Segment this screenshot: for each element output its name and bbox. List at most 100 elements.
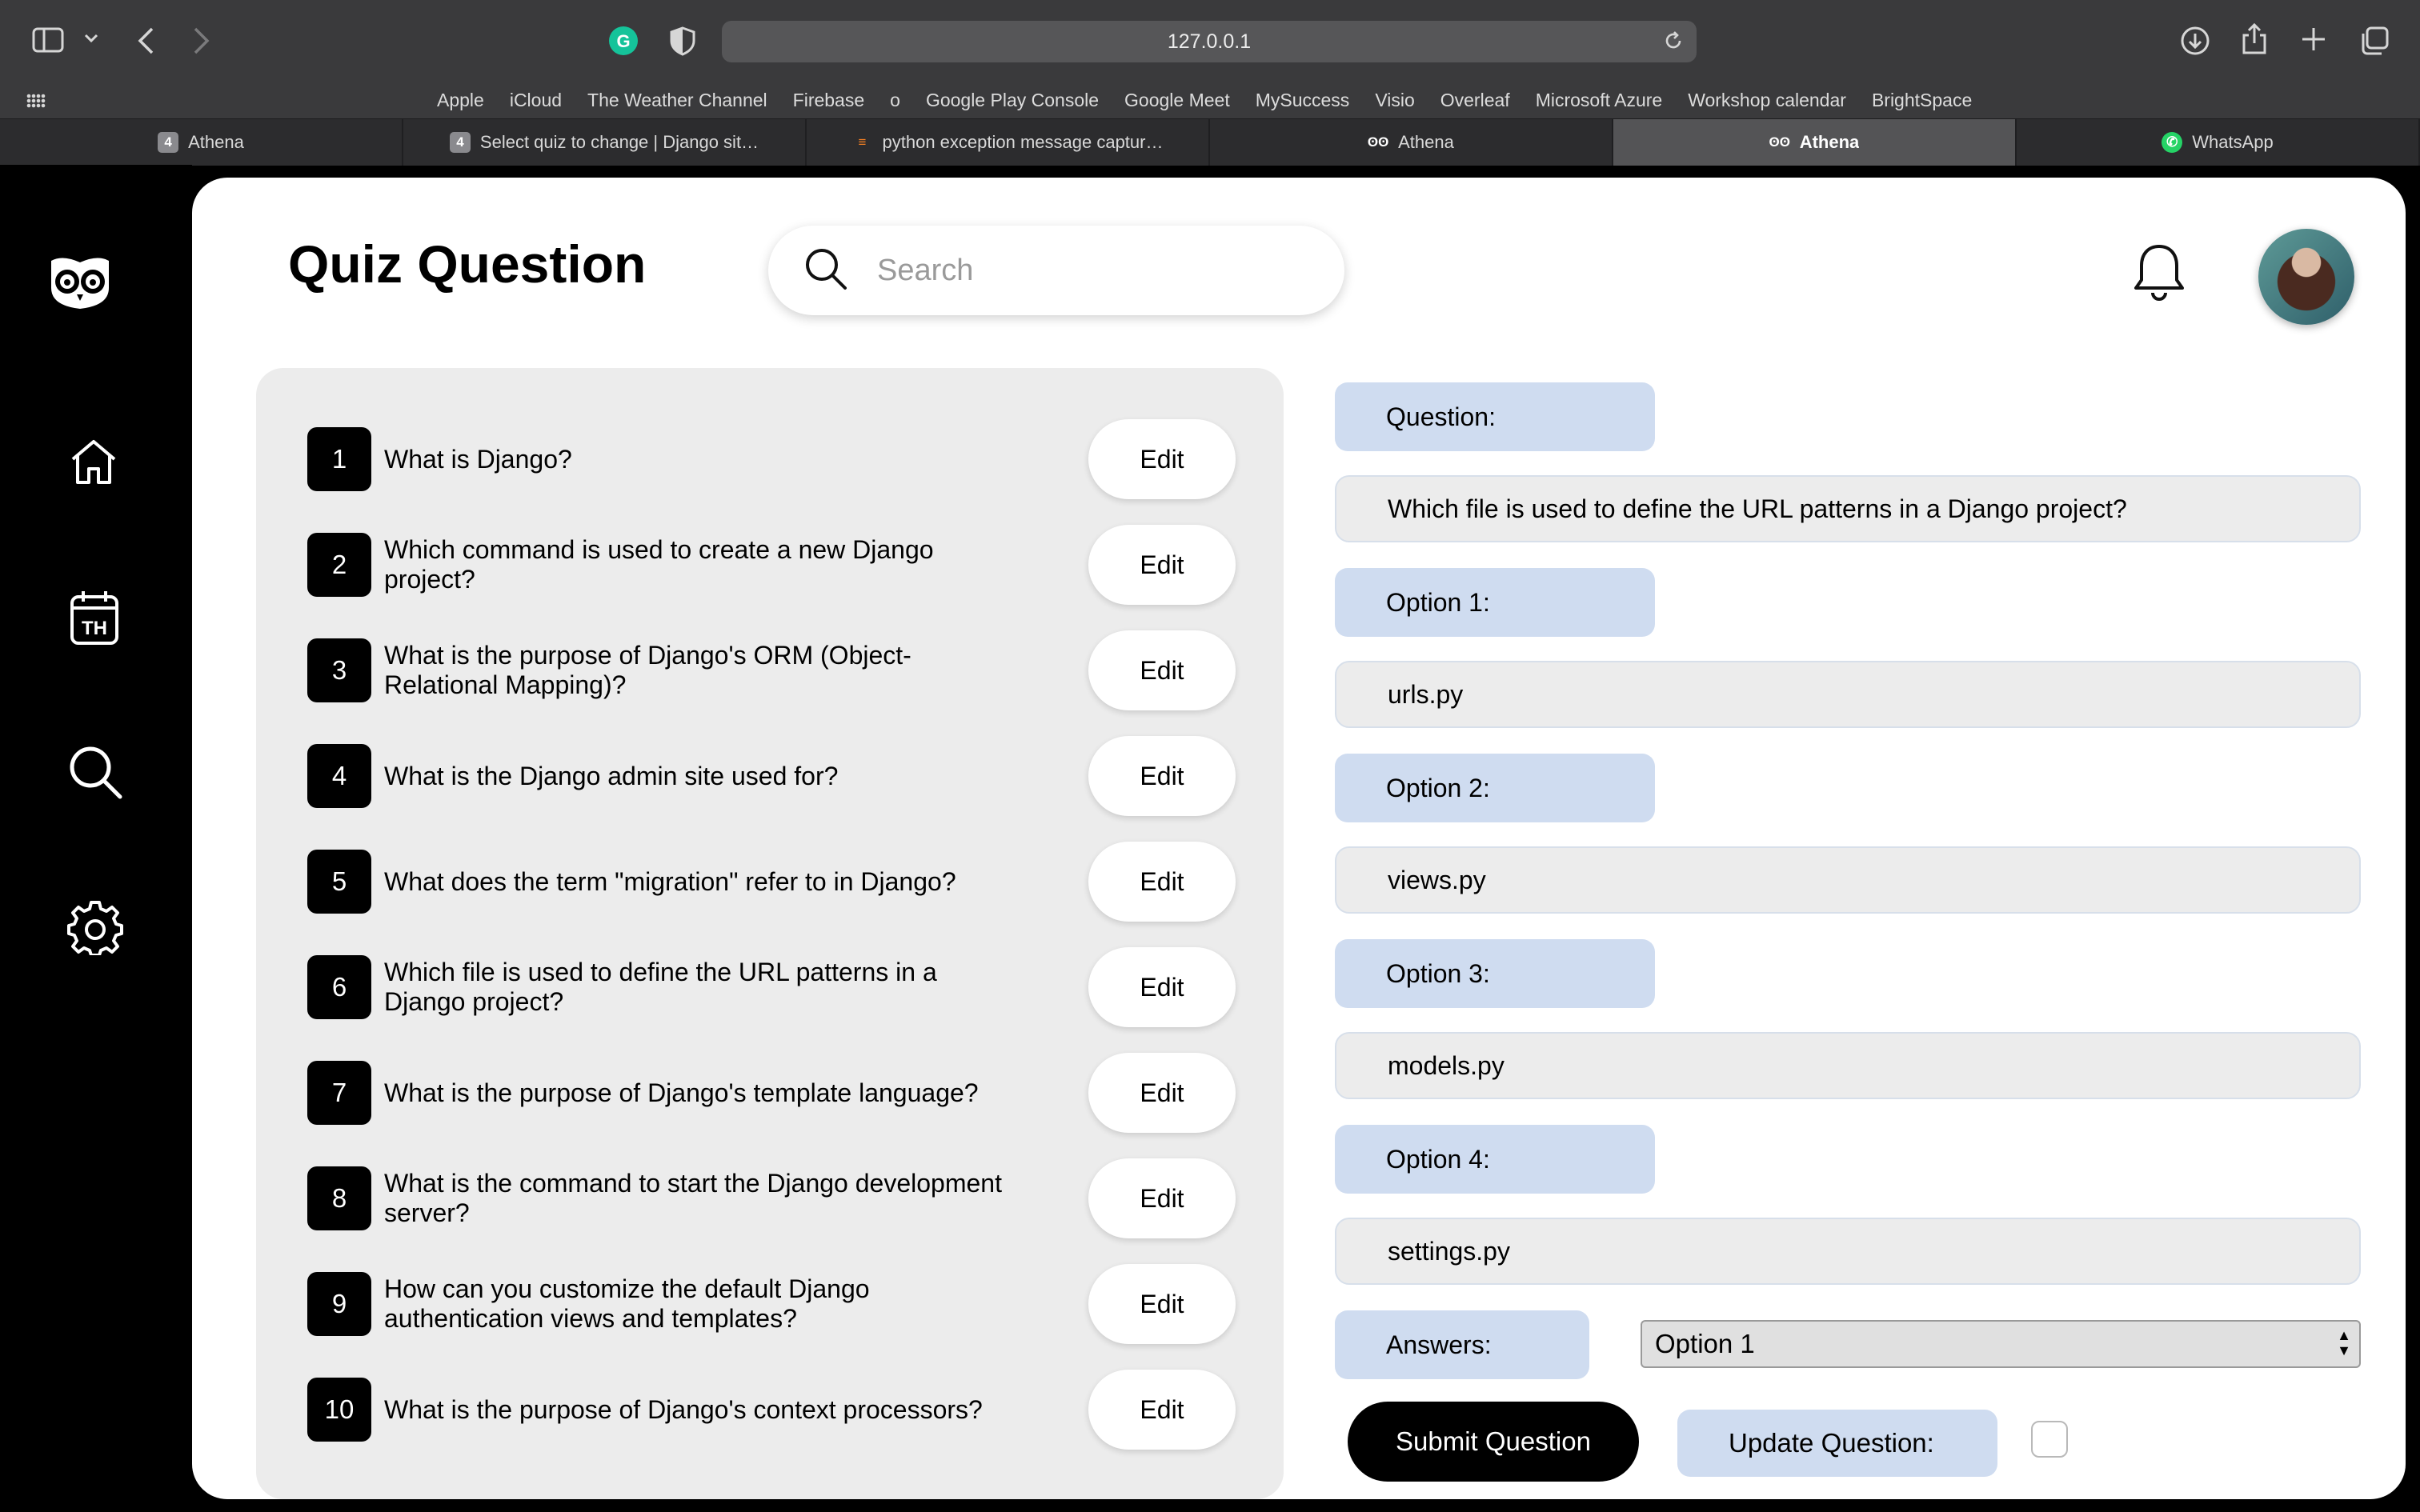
question-text: How can you customize the default Django… <box>384 1274 870 1333</box>
favorite-weather-channel[interactable]: The Weather Channel <box>587 90 767 111</box>
bell-icon[interactable] <box>2132 242 2186 306</box>
question-number: 8 <box>307 1166 371 1230</box>
answers-label: Answers: <box>1335 1310 1589 1379</box>
tab-overview-icon[interactable] <box>2359 26 2390 60</box>
question-list: 1 What is Django? Edit 2 Which command i… <box>256 368 1284 1499</box>
favorite-mysuccess[interactable]: MySuccess <box>1256 90 1350 111</box>
question-row: 7 What is the purpose of Django's templa… <box>307 1053 1236 1133</box>
option3-field[interactable]: models.py <box>1335 1032 2361 1099</box>
browser-toolbar: G 127.0.0.1 <box>0 0 2420 82</box>
question-row: 9 How can you customize the default Djan… <box>307 1264 1236 1344</box>
question-text: Which file is used to define the URL pat… <box>384 958 937 1016</box>
new-tab-icon[interactable] <box>2300 26 2327 57</box>
question-label: Question: <box>1335 382 1655 451</box>
tab-stackoverflow[interactable]: ≡ python exception message captur… <box>807 119 1210 166</box>
grammarly-icon[interactable]: G <box>608 26 639 60</box>
option1-field[interactable]: urls.py <box>1335 661 2361 728</box>
question-row: 6 Which file is used to define the URL p… <box>307 947 1236 1027</box>
edit-button[interactable]: Edit <box>1088 419 1236 499</box>
tab-label: python exception message captur… <box>882 132 1164 152</box>
question-text: Which command is used to create a new Dj… <box>384 535 934 594</box>
address-bar[interactable]: 127.0.0.1 <box>722 21 1697 62</box>
owl-logo-icon[interactable] <box>46 253 114 314</box>
tab-whatsapp[interactable]: ✆ WhatsApp <box>2017 119 2420 166</box>
search-icon[interactable] <box>67 744 123 804</box>
question-text: What is Django? <box>384 444 572 474</box>
url-text: 127.0.0.1 <box>1167 30 1252 53</box>
select-arrows-icon: ▲ ▼ <box>2337 1327 2351 1358</box>
tab-athena-active[interactable]: ʘʘ Athena <box>1613 119 2017 166</box>
left-nav: TH <box>0 165 192 1512</box>
question-field[interactable]: Which file is used to define the URL pat… <box>1335 475 2361 542</box>
settings-icon[interactable] <box>67 899 123 959</box>
question-number: 2 <box>307 533 371 597</box>
search-box[interactable] <box>768 226 1344 315</box>
question-row: 2 Which command is used to create a new … <box>307 525 1236 605</box>
whatsapp-icon: ✆ <box>2162 132 2183 153</box>
favorite-google-meet[interactable]: Google Meet <box>1124 90 1230 111</box>
django-admin-icon: 4 <box>449 132 471 153</box>
favorites-list: Apple iCloud The Weather Channel Firebas… <box>437 82 1972 118</box>
search-icon <box>803 246 848 295</box>
edit-button[interactable]: Edit <box>1088 1370 1236 1450</box>
favorite-google-play-console[interactable]: Google Play Console <box>926 90 1099 111</box>
home-icon[interactable] <box>69 437 118 490</box>
edit-button[interactable]: Edit <box>1088 1158 1236 1238</box>
question-text: What is the purpose of Django's context … <box>384 1394 983 1424</box>
question-number: 5 <box>307 850 371 914</box>
favorite-apple[interactable]: Apple <box>437 90 484 111</box>
tab-label: Athena <box>1398 132 1454 152</box>
downloads-icon[interactable] <box>2180 26 2210 60</box>
favorite-microsoft-azure[interactable]: Microsoft Azure <box>1536 90 1663 111</box>
owl-icon: ʘʘ <box>1769 134 1790 150</box>
avatar[interactable] <box>2258 229 2354 325</box>
edit-button[interactable]: Edit <box>1088 525 1236 605</box>
favorite-firebase[interactable]: Firebase <box>793 90 864 111</box>
tab-label: Athena <box>1799 132 1860 152</box>
page-title: Quiz Question <box>288 234 647 294</box>
answers-select[interactable]: Option 1 ▲ ▼ <box>1641 1320 2361 1368</box>
privacy-shield-icon[interactable] <box>669 26 696 60</box>
forward-icon[interactable] <box>192 26 211 60</box>
sidebar-toggle-icon[interactable] <box>32 27 64 57</box>
chevron-down-icon[interactable] <box>83 32 99 49</box>
question-text: What is the purpose of Django's ORM (Obj… <box>384 641 912 699</box>
edit-button[interactable]: Edit <box>1088 842 1236 922</box>
edit-button[interactable]: Edit <box>1088 1264 1236 1344</box>
option2-label: Option 2: <box>1335 754 1655 822</box>
favorite-visio[interactable]: Visio <box>1375 90 1414 111</box>
tab-select-quiz[interactable]: 4 Select quiz to change | Django sit… <box>403 119 807 166</box>
calendar-icon[interactable]: TH <box>69 589 120 650</box>
option4-field[interactable]: settings.py <box>1335 1218 2361 1285</box>
favorite-overleaf[interactable]: Overleaf <box>1440 90 1510 111</box>
reload-icon[interactable] <box>1663 30 1684 57</box>
back-icon[interactable] <box>136 26 155 60</box>
option2-field[interactable]: views.py <box>1335 846 2361 914</box>
share-icon[interactable] <box>2241 22 2268 60</box>
question-text: What is the purpose of Django's template… <box>384 1078 979 1107</box>
edit-button[interactable]: Edit <box>1088 1053 1236 1133</box>
edit-button[interactable]: Edit <box>1088 630 1236 710</box>
favorite-brightspace[interactable]: BrightSpace <box>1872 90 1972 111</box>
favorite-icloud[interactable]: iCloud <box>510 90 562 111</box>
tab-athena-admin[interactable]: 4 Athena <box>0 119 403 166</box>
question-number: 4 <box>307 744 371 808</box>
option3-label: Option 3: <box>1335 939 1655 1008</box>
search-input[interactable] <box>875 252 1327 289</box>
question-number: 6 <box>307 955 371 1019</box>
favorites-bar: Apple iCloud The Weather Channel Firebas… <box>0 82 2420 118</box>
edit-button[interactable]: Edit <box>1088 947 1236 1027</box>
question-number: 1 <box>307 427 371 491</box>
calendar-icon-text: TH <box>82 618 107 639</box>
question-row: 1 What is Django? Edit <box>307 419 1236 499</box>
favorite-o[interactable]: o <box>890 90 900 111</box>
django-admin-icon: 4 <box>158 132 179 153</box>
apps-grid-icon[interactable] <box>26 90 46 115</box>
favorite-workshop-calendar[interactable]: Workshop calendar <box>1688 90 1846 111</box>
submit-question-button[interactable]: Submit Question <box>1348 1402 1639 1482</box>
owl-icon: ʘʘ <box>1367 134 1389 150</box>
update-question-checkbox[interactable] <box>2031 1421 2068 1458</box>
tab-athena-2[interactable]: ʘʘ Athena <box>1210 119 1613 166</box>
stackoverflow-icon: ≡ <box>858 134 867 150</box>
edit-button[interactable]: Edit <box>1088 736 1236 816</box>
